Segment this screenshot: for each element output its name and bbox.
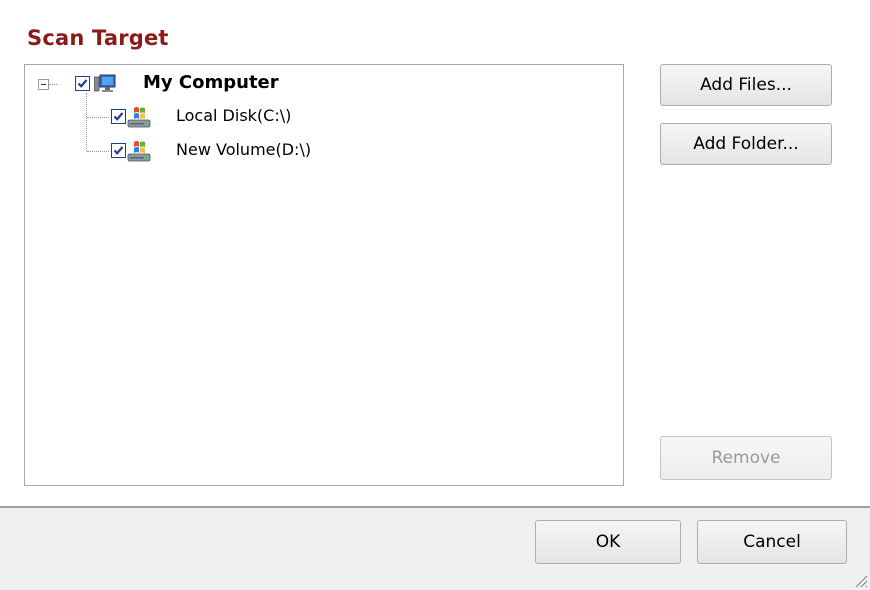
tree-connector — [87, 117, 109, 118]
add-files-button[interactable]: Add Files... — [660, 64, 832, 106]
my-computer-checkbox[interactable] — [75, 76, 90, 91]
remove-button[interactable]: Remove — [660, 436, 832, 480]
cancel-button[interactable]: Cancel — [697, 520, 847, 564]
local-disk-c-checkbox[interactable] — [111, 109, 126, 124]
windows-drive-icon — [127, 107, 151, 128]
windows-drive-icon — [127, 141, 151, 162]
collapse-toggle[interactable] — [38, 79, 49, 90]
tree-item-local-disk-c[interactable]: Local Disk(C:\) — [176, 106, 291, 125]
tree-connector — [49, 84, 57, 85]
add-folder-button[interactable]: Add Folder... — [660, 123, 832, 165]
dialog-footer: OK Cancel — [0, 506, 870, 590]
tree-connector — [87, 151, 109, 152]
scan-target-tree[interactable]: My Computer Local Disk(C:\) New Volume(D… — [24, 64, 624, 486]
ok-button[interactable]: OK — [535, 520, 681, 564]
tree-item-new-volume-d[interactable]: New Volume(D:\) — [176, 140, 311, 159]
new-volume-d-checkbox[interactable] — [111, 143, 126, 158]
tree-item-my-computer[interactable]: My Computer — [143, 72, 279, 93]
computer-icon — [94, 74, 116, 92]
tree-connector — [86, 93, 87, 151]
resize-grip-icon[interactable] — [852, 572, 868, 588]
section-title: Scan Target — [27, 26, 169, 50]
